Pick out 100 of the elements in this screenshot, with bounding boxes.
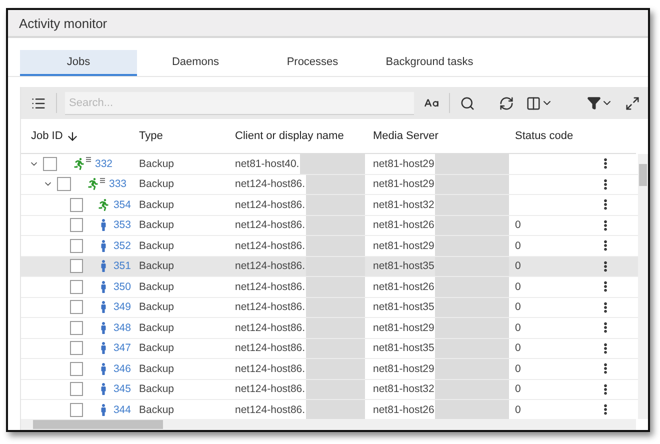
window-title: Activity monitor bbox=[8, 10, 648, 38]
checkbox[interactable] bbox=[70, 198, 84, 212]
checkbox[interactable] bbox=[70, 238, 84, 253]
table-cell: net81-host29 bbox=[373, 362, 434, 375]
table-cell: net81-host29 bbox=[373, 178, 434, 190]
job-id-link[interactable]: 354 bbox=[113, 198, 131, 211]
search-field[interactable]: Search... bbox=[65, 92, 414, 114]
table-cell-text: 0 bbox=[514, 383, 522, 396]
table-cell: net124-host86. bbox=[235, 362, 306, 375]
filter-icon[interactable] bbox=[587, 96, 601, 110]
table-row[interactable]: 347 Backup net124-host86. net81-host35 0 bbox=[21, 338, 638, 359]
redaction-bar bbox=[306, 359, 365, 378]
job-id-link[interactable]: 348 bbox=[113, 322, 131, 334]
redaction-bar bbox=[306, 298, 365, 317]
redaction-bar bbox=[306, 338, 365, 358]
checkbox[interactable] bbox=[70, 259, 84, 274]
table-row[interactable]: 333 Backup net124-host86. net81-host29 bbox=[21, 174, 638, 195]
job-id-link[interactable]: 345 bbox=[113, 383, 131, 396]
job-id-link[interactable]: 333 bbox=[109, 178, 127, 190]
table-cell: net124-host86. bbox=[235, 260, 306, 272]
redaction-bar bbox=[306, 380, 365, 399]
table-row[interactable]: 345 Backup net124-host86. net81-host32 0 bbox=[21, 380, 638, 400]
job-id-link[interactable]: 353 bbox=[113, 219, 131, 232]
table-cell-text: Backup bbox=[138, 362, 176, 375]
table-cell: net124-host86. bbox=[235, 383, 306, 396]
redaction-bar bbox=[306, 174, 365, 194]
checkbox[interactable] bbox=[70, 218, 84, 232]
table-row[interactable]: 351 Backup net124-host86. net81-host35 0 bbox=[21, 256, 638, 277]
redaction-bar bbox=[306, 318, 365, 338]
checkbox[interactable] bbox=[70, 280, 84, 294]
table-cell-text: Backup bbox=[138, 260, 176, 272]
job-id-link[interactable]: 350 bbox=[113, 280, 131, 293]
table-cell: net81-host35 bbox=[373, 260, 434, 272]
column-header[interactable]: Type bbox=[139, 130, 163, 142]
table-cell-text: Backup bbox=[138, 383, 176, 396]
table-cell: net124-host86. bbox=[235, 178, 306, 190]
table-row[interactable]: 353 Backup net124-host86. net81-host26 0 bbox=[21, 216, 638, 236]
table-row[interactable]: 348 Backup net124-host86. net81-host29 0 bbox=[21, 318, 638, 338]
checkbox[interactable] bbox=[70, 341, 84, 356]
table-row[interactable]: 352 Backup net124-host86. net81-host29 0 bbox=[21, 236, 638, 256]
table-cell: net124-host86. bbox=[235, 342, 306, 354]
redaction-bar bbox=[306, 400, 365, 419]
table-cell-text: 0 bbox=[514, 240, 522, 252]
table-cell: net81-host35 bbox=[373, 301, 434, 314]
column-header[interactable]: Media Server bbox=[373, 130, 438, 142]
table-cell-text: Backup bbox=[138, 342, 176, 354]
checkbox[interactable] bbox=[57, 177, 71, 192]
checkbox[interactable] bbox=[70, 300, 84, 314]
table-cell: net81-host29 bbox=[373, 322, 434, 334]
table-cell-text: 0 bbox=[514, 342, 522, 354]
table-cell-text: Backup bbox=[138, 240, 176, 252]
table-cell-text: 0 bbox=[514, 219, 522, 232]
redaction-bar bbox=[306, 256, 365, 276]
job-id-link[interactable]: 346 bbox=[113, 362, 131, 375]
vertical-scrollbar[interactable] bbox=[638, 154, 648, 419]
tab[interactable]: Jobs bbox=[20, 50, 137, 76]
table-cell: net81-host35 bbox=[373, 342, 434, 354]
column-header[interactable]: Job ID bbox=[31, 130, 63, 142]
table-cell-text: Backup bbox=[138, 178, 176, 190]
parent-job-icon bbox=[86, 157, 91, 162]
job-id-link[interactable]: 349 bbox=[113, 301, 131, 314]
job-id-link[interactable]: 347 bbox=[113, 342, 131, 354]
column-header[interactable]: Status code bbox=[515, 130, 574, 142]
job-id-link[interactable]: 344 bbox=[113, 404, 131, 416]
table-row[interactable]: 346 Backup net124-host86. net81-host29 0 bbox=[21, 359, 638, 380]
table-row[interactable]: 354 Backup net124-host86. net81-host32 bbox=[21, 195, 638, 216]
table-cell-text: 0 bbox=[514, 404, 522, 416]
checkbox[interactable] bbox=[70, 402, 84, 417]
table-cell-text: Backup bbox=[138, 322, 176, 334]
table-row[interactable]: 332 Backup net81-host40. net81-host29 bbox=[21, 154, 638, 174]
table-cell-text: Backup bbox=[138, 219, 176, 232]
column-header[interactable]: Client or display name bbox=[235, 130, 344, 142]
tab[interactable]: Processes bbox=[254, 50, 371, 76]
horizontal-scrollbar[interactable] bbox=[21, 419, 636, 430]
columns-icon[interactable] bbox=[526, 96, 541, 110]
table-cell-text: Backup bbox=[138, 301, 176, 314]
redaction-bar bbox=[306, 195, 365, 214]
table-cell: net124-host86. bbox=[235, 301, 306, 314]
checkbox[interactable] bbox=[70, 320, 84, 335]
table-cell: net124-host86. bbox=[235, 219, 306, 232]
table-cell-text: 0 bbox=[514, 260, 522, 272]
redaction-bar bbox=[306, 236, 365, 256]
tab[interactable]: Daemons bbox=[137, 50, 254, 76]
table-cell-text: Backup bbox=[138, 280, 176, 293]
checkbox[interactable] bbox=[43, 156, 57, 171]
table-cell: net124-host86. bbox=[235, 280, 306, 293]
table-cell: net81-host26 bbox=[373, 219, 434, 232]
table-row[interactable]: 350 Backup net124-host86. net81-host26 0 bbox=[21, 277, 638, 298]
job-id-link[interactable]: 352 bbox=[113, 240, 131, 252]
checkbox[interactable] bbox=[70, 382, 84, 396]
sort-arrow-icon[interactable] bbox=[66, 130, 79, 142]
table-cell: net124-host86. bbox=[235, 404, 306, 416]
checkbox[interactable] bbox=[70, 362, 84, 376]
job-id-link[interactable]: 332 bbox=[95, 158, 113, 170]
redaction-bar bbox=[306, 277, 365, 296]
table-cell: net81-host32 bbox=[373, 383, 434, 396]
table-cell: net81-host29 bbox=[373, 240, 434, 252]
tab[interactable]: Background tasks bbox=[371, 50, 488, 76]
table-row[interactable]: 349 Backup net124-host86. net81-host35 0 bbox=[21, 298, 638, 318]
redaction-bar bbox=[306, 216, 365, 235]
